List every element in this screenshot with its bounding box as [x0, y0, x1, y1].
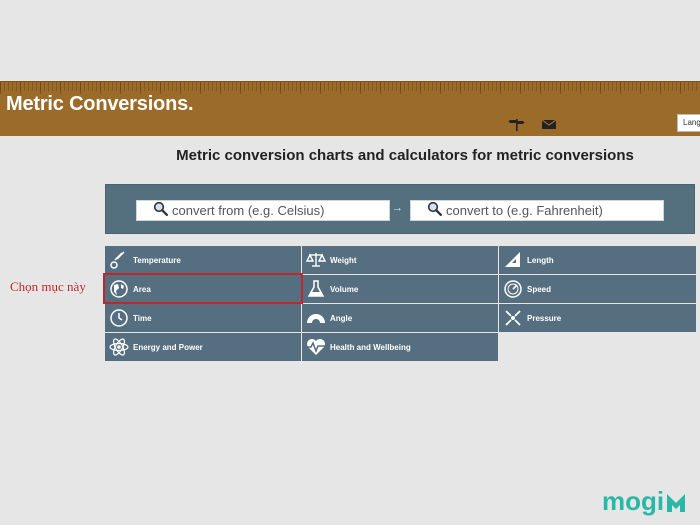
scale-icon: [305, 249, 327, 271]
pressure-icon: [502, 307, 524, 329]
mail-icon[interactable]: [541, 117, 559, 131]
ruler-icon: [502, 249, 524, 271]
convert-from-box[interactable]: [136, 200, 390, 221]
language-selector[interactable]: Lang: [677, 114, 700, 132]
site-header: Metric Conversions.: [0, 81, 700, 136]
category-pressure[interactable]: Pressure: [499, 304, 696, 332]
category-health-wellbeing[interactable]: Health and Wellbeing: [302, 333, 498, 361]
clock-icon: [108, 307, 130, 329]
category-time[interactable]: Time: [105, 304, 301, 332]
category-length[interactable]: Length: [499, 246, 696, 274]
convert-from-input[interactable]: [172, 203, 389, 218]
annotation-label: Chọn mục này: [10, 279, 86, 294]
watermark-logo: mogi: [602, 485, 686, 517]
category-temperature[interactable]: Temperature: [105, 246, 301, 274]
flask-icon: [305, 278, 327, 300]
watermark-text: mogi: [602, 486, 665, 516]
convert-to-box[interactable]: [410, 200, 664, 221]
category-label: Temperature: [133, 255, 181, 265]
category-label: Health and Wellbeing: [330, 342, 411, 352]
arrow-separator: →: [392, 202, 403, 214]
signpost-icon[interactable]: [508, 117, 526, 131]
thermometer-icon: [108, 249, 130, 271]
search-icon: [427, 201, 443, 221]
category-angle[interactable]: Angle: [302, 304, 498, 332]
category-label: Length: [527, 255, 554, 265]
watermark-mark-icon: [667, 494, 686, 512]
category-weight[interactable]: Weight: [302, 246, 498, 274]
atom-icon: [108, 336, 130, 358]
category-grid: Temperature Weight Length Area Volume Sp…: [105, 246, 696, 361]
search-icon: [153, 201, 169, 221]
speedometer-icon: [502, 278, 524, 300]
globe-icon: [108, 278, 130, 300]
category-label: Weight: [330, 255, 357, 265]
category-label: Energy and Power: [133, 342, 203, 352]
empty-cell: [499, 333, 696, 361]
search-panel: →: [105, 184, 695, 234]
heartbeat-icon: [305, 336, 327, 358]
category-label: Speed: [527, 284, 552, 294]
category-speed[interactable]: Speed: [499, 275, 696, 303]
category-volume[interactable]: Volume: [302, 275, 498, 303]
category-label: Time: [133, 313, 152, 323]
convert-to-input[interactable]: [446, 203, 663, 218]
category-label: Volume: [330, 284, 359, 294]
protractor-icon: [305, 307, 327, 329]
category-label: Area: [133, 284, 151, 294]
site-logo[interactable]: Metric Conversions.: [6, 93, 194, 116]
category-energy-power[interactable]: Energy and Power: [105, 333, 301, 361]
category-area[interactable]: Area: [105, 275, 301, 303]
category-label: Angle: [330, 313, 353, 323]
category-label: Pressure: [527, 313, 562, 323]
page-title: Metric conversion charts and calculators…: [176, 147, 634, 164]
